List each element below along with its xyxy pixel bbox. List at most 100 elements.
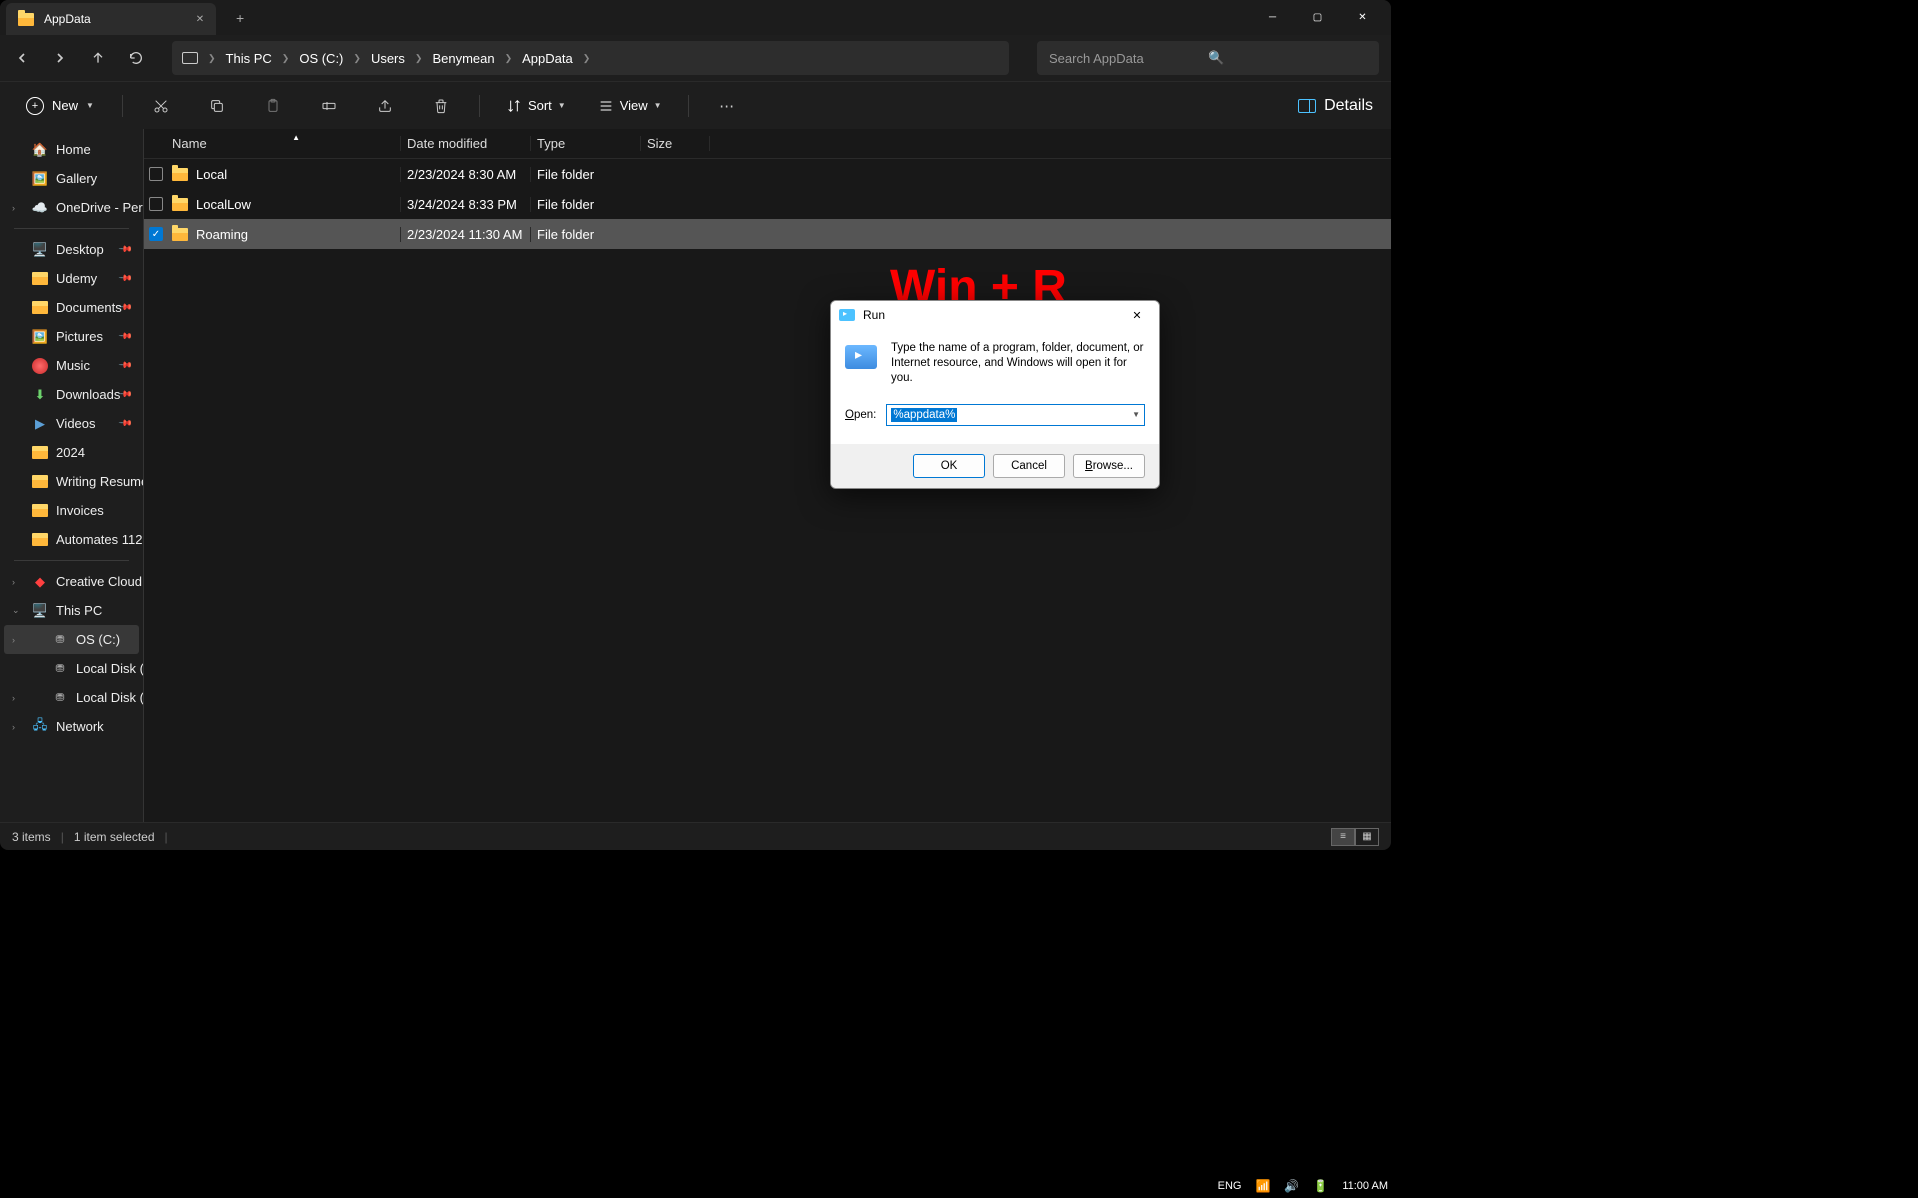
sidebar-item[interactable]: ⛃Local Disk (D:) <box>4 654 139 683</box>
refresh-button[interactable] <box>126 48 146 68</box>
forward-button[interactable] <box>50 48 70 68</box>
column-headers: Name▲ Date modified Type Size <box>144 129 1391 159</box>
up-button[interactable] <box>88 48 108 68</box>
clock[interactable]: 11:00 AM <box>1342 1180 1388 1192</box>
sort-button[interactable]: Sort ▼ <box>500 94 572 118</box>
breadcrumb-this-pc[interactable]: This PC <box>226 51 272 66</box>
folder-icon <box>32 272 48 285</box>
sidebar-item[interactable]: 🖼️Gallery <box>4 164 139 193</box>
wifi-icon[interactable]: 📶 <box>1255 1179 1270 1193</box>
language-indicator[interactable]: ENG <box>1218 1180 1242 1192</box>
chevron-icon: › <box>12 722 15 732</box>
tab-appdata[interactable]: AppData ✕ <box>6 3 216 35</box>
file-type: File folder <box>530 167 640 182</box>
back-button[interactable] <box>12 48 32 68</box>
sidebar-item[interactable]: ⌄🖥️This PC <box>4 596 139 625</box>
breadcrumb-os-c[interactable]: OS (C:) <box>299 51 343 66</box>
sidebar-item-label: Gallery <box>56 171 97 186</box>
new-tab-button[interactable]: + <box>236 10 244 26</box>
view-label: View <box>620 98 648 113</box>
run-title-bar: Run ✕ <box>831 301 1159 329</box>
details-pane-button[interactable]: Details <box>1298 97 1373 115</box>
details-view-toggle[interactable]: ≡ <box>1331 828 1355 846</box>
breadcrumb-users[interactable]: Users <box>371 51 405 66</box>
more-button[interactable]: ⋯ <box>709 88 745 124</box>
size-column-header[interactable]: Size <box>640 136 710 151</box>
file-row[interactable]: ✓ Roaming 2/23/2024 11:30 AM File folder <box>144 219 1391 249</box>
address-bar[interactable]: ❯ This PC ❯ OS (C:) ❯ Users ❯ Benymean ❯… <box>172 41 1009 75</box>
sidebar-item[interactable]: Writing Resume <box>4 467 139 496</box>
file-date: 3/24/2024 8:33 PM <box>400 197 530 212</box>
plus-icon: + <box>26 97 44 115</box>
share-button[interactable] <box>367 88 403 124</box>
battery-icon[interactable]: 🔋 <box>1313 1179 1328 1193</box>
sidebar-item[interactable]: ›⛃OS (C:) <box>4 625 139 654</box>
sidebar-item[interactable]: 🖥️Desktop📌 <box>4 235 139 264</box>
breadcrumb-appdata[interactable]: AppData <box>522 51 573 66</box>
run-ok-button[interactable]: OK <box>913 454 985 478</box>
search-input[interactable]: Search AppData 🔍 <box>1037 41 1379 75</box>
name-column-header[interactable]: Name▲ <box>168 136 400 151</box>
run-close-button[interactable]: ✕ <box>1123 305 1151 325</box>
view-button[interactable]: View ▼ <box>592 94 668 118</box>
chevron-icon: › <box>12 577 15 587</box>
type-column-header[interactable]: Type <box>530 136 640 151</box>
sidebar-item[interactable]: ›🖧Network <box>4 712 139 741</box>
file-type: File folder <box>530 227 640 242</box>
row-checkbox[interactable] <box>149 197 163 211</box>
details-icon <box>1298 99 1316 113</box>
sidebar-item[interactable]: 2024 <box>4 438 139 467</box>
sidebar-item[interactable]: ›☁️OneDrive - Personal <box>4 193 139 222</box>
copy-button[interactable] <box>199 88 235 124</box>
sidebar-item[interactable]: Documents📌 <box>4 293 139 322</box>
view-mode-toggles: ≡ ▦ <box>1331 828 1379 846</box>
folder-icon <box>172 198 188 211</box>
sidebar-item[interactable]: ›⛃Local Disk (E:) <box>4 683 139 712</box>
delete-button[interactable] <box>423 88 459 124</box>
thumbnails-view-toggle[interactable]: ▦ <box>1355 828 1379 846</box>
sidebar-item-label: Home <box>56 142 91 157</box>
run-cancel-button[interactable]: Cancel <box>993 454 1065 478</box>
row-checkbox[interactable] <box>149 167 163 181</box>
pin-icon: 📌 <box>118 329 134 345</box>
sidebar-item[interactable]: ›◆Creative Cloud Files <box>4 567 139 596</box>
minimize-button[interactable]: ─ <box>1250 2 1295 34</box>
row-checkbox[interactable]: ✓ <box>149 227 163 241</box>
sidebar-item[interactable]: Invoices <box>4 496 139 525</box>
separator <box>122 95 123 117</box>
separator: | <box>165 830 168 844</box>
run-open-input[interactable]: %appdata% ▼ <box>886 404 1145 426</box>
sidebar-item[interactable]: Automates 11206 <box>4 525 139 554</box>
file-row[interactable]: LocalLow 3/24/2024 8:33 PM File folder <box>144 189 1391 219</box>
sidebar-item[interactable]: 🏠Home <box>4 135 139 164</box>
sidebar-item[interactable]: ⬇Downloads📌 <box>4 380 139 409</box>
volume-icon[interactable]: 🔊 <box>1284 1179 1299 1193</box>
sidebar-item[interactable]: Udemy📌 <box>4 264 139 293</box>
run-open-label: Open: <box>845 409 876 421</box>
nav-bar: ❯ This PC ❯ OS (C:) ❯ Users ❯ Benymean ❯… <box>0 38 1391 78</box>
run-dialog: Run ✕ Type the name of a program, folder… <box>830 300 1160 489</box>
new-button[interactable]: + New ▼ <box>18 93 102 119</box>
breadcrumb-user[interactable]: Benymean <box>432 51 494 66</box>
maximize-button[interactable]: ▢ <box>1295 2 1340 34</box>
run-input-value: %appdata% <box>891 408 957 422</box>
date-column-header[interactable]: Date modified <box>400 136 530 151</box>
close-tab-icon[interactable]: ✕ <box>192 11 208 27</box>
chevron-down-icon[interactable]: ▼ <box>1132 410 1140 419</box>
rename-button[interactable] <box>311 88 347 124</box>
run-browse-button[interactable]: Browse... <box>1073 454 1145 478</box>
folder-icon <box>172 168 188 181</box>
chevron-right-icon: ❯ <box>208 53 216 64</box>
sidebar-item[interactable]: 🖼️Pictures📌 <box>4 322 139 351</box>
sidebar-item[interactable]: Music📌 <box>4 351 139 380</box>
close-window-button[interactable]: ✕ <box>1340 2 1385 34</box>
folder-icon <box>172 228 188 241</box>
chevron-right-icon: ❯ <box>583 53 591 64</box>
sidebar-item[interactable]: ▶Videos📌 <box>4 409 139 438</box>
paste-button[interactable] <box>255 88 291 124</box>
sidebar-item-label: Music <box>56 358 90 373</box>
pc-icon <box>182 52 198 64</box>
cut-button[interactable] <box>143 88 179 124</box>
file-row[interactable]: Local 2/23/2024 8:30 AM File folder <box>144 159 1391 189</box>
sidebar-item-label: Automates 11206 <box>56 532 144 547</box>
